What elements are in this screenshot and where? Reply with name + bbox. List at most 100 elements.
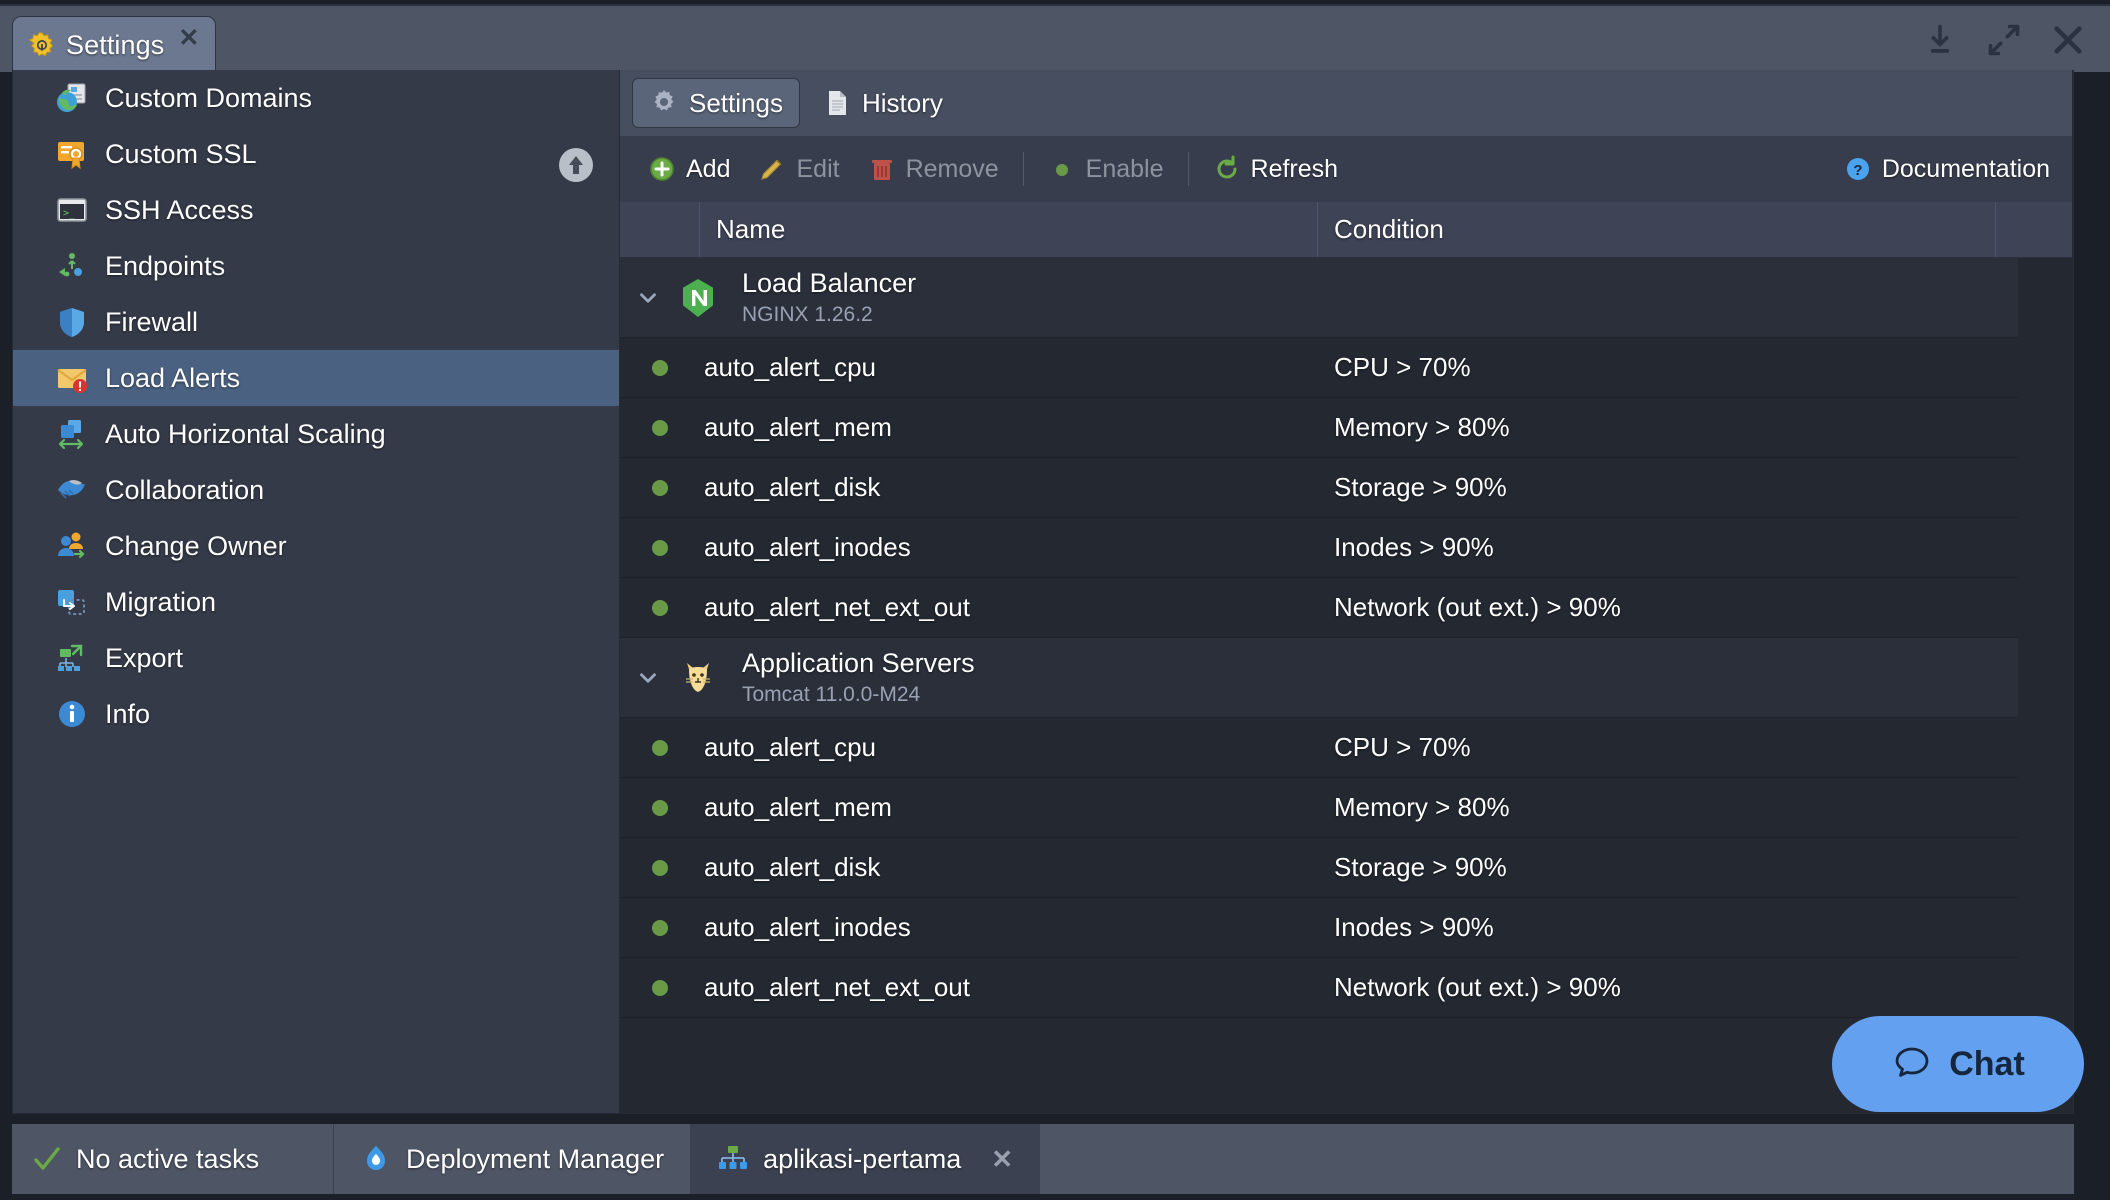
alert-condition: CPU > 70% xyxy=(1334,732,1471,762)
alert-condition: Memory > 80% xyxy=(1334,412,1510,442)
table-row[interactable]: auto_alert_net_ext_out Network (out ext.… xyxy=(620,958,2018,1018)
table-header-name[interactable]: Name xyxy=(700,202,1318,257)
close-icon[interactable]: ✕ xyxy=(178,26,199,51)
deployment-manager-icon xyxy=(360,1143,392,1175)
sidebar-item-label: Collaboration xyxy=(105,474,265,505)
migration-icon xyxy=(55,585,89,619)
action-toolbar: Add Edit Remove Enable Refresh ? Documen… xyxy=(620,136,2072,202)
sidebar-item-ssh-access[interactable]: >_ SSH Access xyxy=(13,182,619,238)
alert-condition: Storage > 90% xyxy=(1334,852,1507,882)
refresh-button[interactable]: Refresh xyxy=(1199,146,1353,192)
window-tab-label: Settings xyxy=(66,30,165,60)
add-button[interactable]: Add xyxy=(634,146,744,192)
tab-label: Settings xyxy=(689,87,783,118)
group-title: Application Servers xyxy=(742,648,975,679)
table-header-status xyxy=(620,202,700,257)
edit-button[interactable]: Edit xyxy=(744,146,853,192)
table-row[interactable]: auto_alert_disk Storage > 90% xyxy=(620,838,2018,898)
toolbar-divider xyxy=(1022,152,1024,186)
chevron-down-icon[interactable] xyxy=(620,285,676,311)
sidebar-item-info[interactable]: Info xyxy=(13,686,619,742)
add-label: Add xyxy=(686,154,731,183)
sidebar-item-label: Custom SSL xyxy=(105,138,257,169)
table-row[interactable]: auto_alert_cpu CPU > 70% xyxy=(620,338,2018,398)
table-row[interactable]: auto_alert_inodes Inodes > 90% xyxy=(620,898,2018,958)
window-tabstrip: Settings ✕ xyxy=(12,14,217,74)
window-titlebar: Settings ✕ xyxy=(0,4,2110,74)
globe-page-icon xyxy=(55,81,89,115)
terminal-icon: >_ xyxy=(55,193,89,227)
status-cell xyxy=(620,419,700,436)
plus-circle-icon xyxy=(648,155,676,183)
green-dot-icon xyxy=(652,859,668,876)
sidebar-item-load-alerts[interactable]: Load Alerts xyxy=(13,350,619,406)
table-header-condition[interactable]: Condition xyxy=(1318,202,1996,257)
info-icon xyxy=(55,697,89,731)
sidebar-item-label: Load Alerts xyxy=(105,362,241,393)
status-tasks-label: No active tasks xyxy=(76,1143,260,1174)
pencil-icon xyxy=(758,155,786,183)
status-cell xyxy=(620,539,700,556)
minimize-to-tray-icon[interactable] xyxy=(1922,22,1958,58)
window-tab-settings[interactable]: Settings ✕ xyxy=(12,16,217,74)
sidebar-item-auto-horizontal-scaling[interactable]: Auto Horizontal Scaling xyxy=(13,406,619,462)
sidebar-item-label: Change Owner xyxy=(105,530,287,561)
table-row[interactable]: auto_alert_cpu CPU > 70% xyxy=(620,718,2018,778)
sidebar-item-label: Migration xyxy=(105,586,217,617)
expand-icon[interactable] xyxy=(1986,22,2022,58)
check-icon xyxy=(32,1144,62,1174)
documentation-button[interactable]: ? Documentation xyxy=(1830,146,2072,192)
status-cell xyxy=(620,739,700,756)
jelastic-settings-window: Settings ✕ Custom Domains Custom SSL >_ … xyxy=(0,0,2110,1200)
sidebar-item-label: Info xyxy=(105,698,151,729)
table-group-row[interactable]: Load Balancer NGINX 1.26.2 xyxy=(620,258,2018,338)
handshake-icon xyxy=(55,473,89,507)
sidebar-item-label: Auto Horizontal Scaling xyxy=(105,418,386,449)
settings-sidebar: Custom Domains Custom SSL >_ SSH Access … xyxy=(12,70,620,1114)
status-tab-aplikasi-pertama[interactable]: aplikasi-pertama ✕ xyxy=(691,1124,1041,1194)
sidebar-item-endpoints[interactable]: Endpoints xyxy=(13,238,619,294)
gear-icon xyxy=(649,88,679,118)
table-row[interactable]: auto_alert_inodes Inodes > 90% xyxy=(620,518,2018,578)
close-icon[interactable] xyxy=(2050,22,2086,58)
tab-history[interactable]: History xyxy=(806,78,959,128)
sidebar-item-custom-domains[interactable]: Custom Domains xyxy=(13,70,619,126)
group-subtitle: NGINX 1.26.2 xyxy=(742,303,873,327)
documentation-label: Documentation xyxy=(1881,154,2050,183)
alert-name: auto_alert_cpu xyxy=(704,732,877,762)
tab-settings[interactable]: Settings xyxy=(632,78,800,128)
green-dot-icon xyxy=(652,359,668,376)
sidebar-item-label: SSH Access xyxy=(105,194,254,225)
status-tasks[interactable]: No active tasks xyxy=(12,1124,334,1194)
sidebar-item-label: Firewall xyxy=(105,306,199,337)
status-cell xyxy=(620,919,700,936)
remove-button[interactable]: Remove xyxy=(854,146,1013,192)
sidebar-item-custom-ssl[interactable]: Custom SSL xyxy=(13,126,619,182)
sidebar-item-collaboration[interactable]: Collaboration xyxy=(13,462,619,518)
endpoints-icon xyxy=(55,249,89,283)
alert-condition: Network (out ext.) > 90% xyxy=(1334,972,1621,1002)
trash-icon xyxy=(868,155,896,183)
table-row[interactable]: auto_alert_net_ext_out Network (out ext.… xyxy=(620,578,2018,638)
table-row[interactable]: auto_alert_mem Memory > 80% xyxy=(620,398,2018,458)
environment-icon xyxy=(717,1143,749,1175)
green-dot-icon xyxy=(652,979,668,996)
sidebar-item-migration[interactable]: Migration xyxy=(13,574,619,630)
close-icon[interactable]: ✕ xyxy=(991,1146,1013,1172)
table-group-row[interactable]: Application Servers Tomcat 11.0.0-M24 xyxy=(620,638,2018,718)
status-tab-deployment-manager[interactable]: Deployment Manager xyxy=(334,1124,692,1194)
sidebar-item-change-owner[interactable]: Change Owner xyxy=(13,518,619,574)
sidebar-item-export[interactable]: Export xyxy=(13,630,619,686)
green-dot-icon xyxy=(652,539,668,556)
horizontal-scaling-icon xyxy=(55,417,89,451)
table-row[interactable]: auto_alert_mem Memory > 80% xyxy=(620,778,2018,838)
table-row[interactable]: auto_alert_disk Storage > 90% xyxy=(620,458,2018,518)
refresh-icon xyxy=(1213,155,1241,183)
chevron-down-icon[interactable] xyxy=(620,665,676,691)
scroll-up-icon[interactable] xyxy=(557,146,595,184)
enable-button[interactable]: Enable xyxy=(1034,146,1178,192)
alert-name: auto_alert_mem xyxy=(704,792,892,822)
sidebar-item-firewall[interactable]: Firewall xyxy=(13,294,619,350)
status-cell xyxy=(620,479,700,496)
chat-button[interactable]: Chat xyxy=(1832,1016,2084,1112)
